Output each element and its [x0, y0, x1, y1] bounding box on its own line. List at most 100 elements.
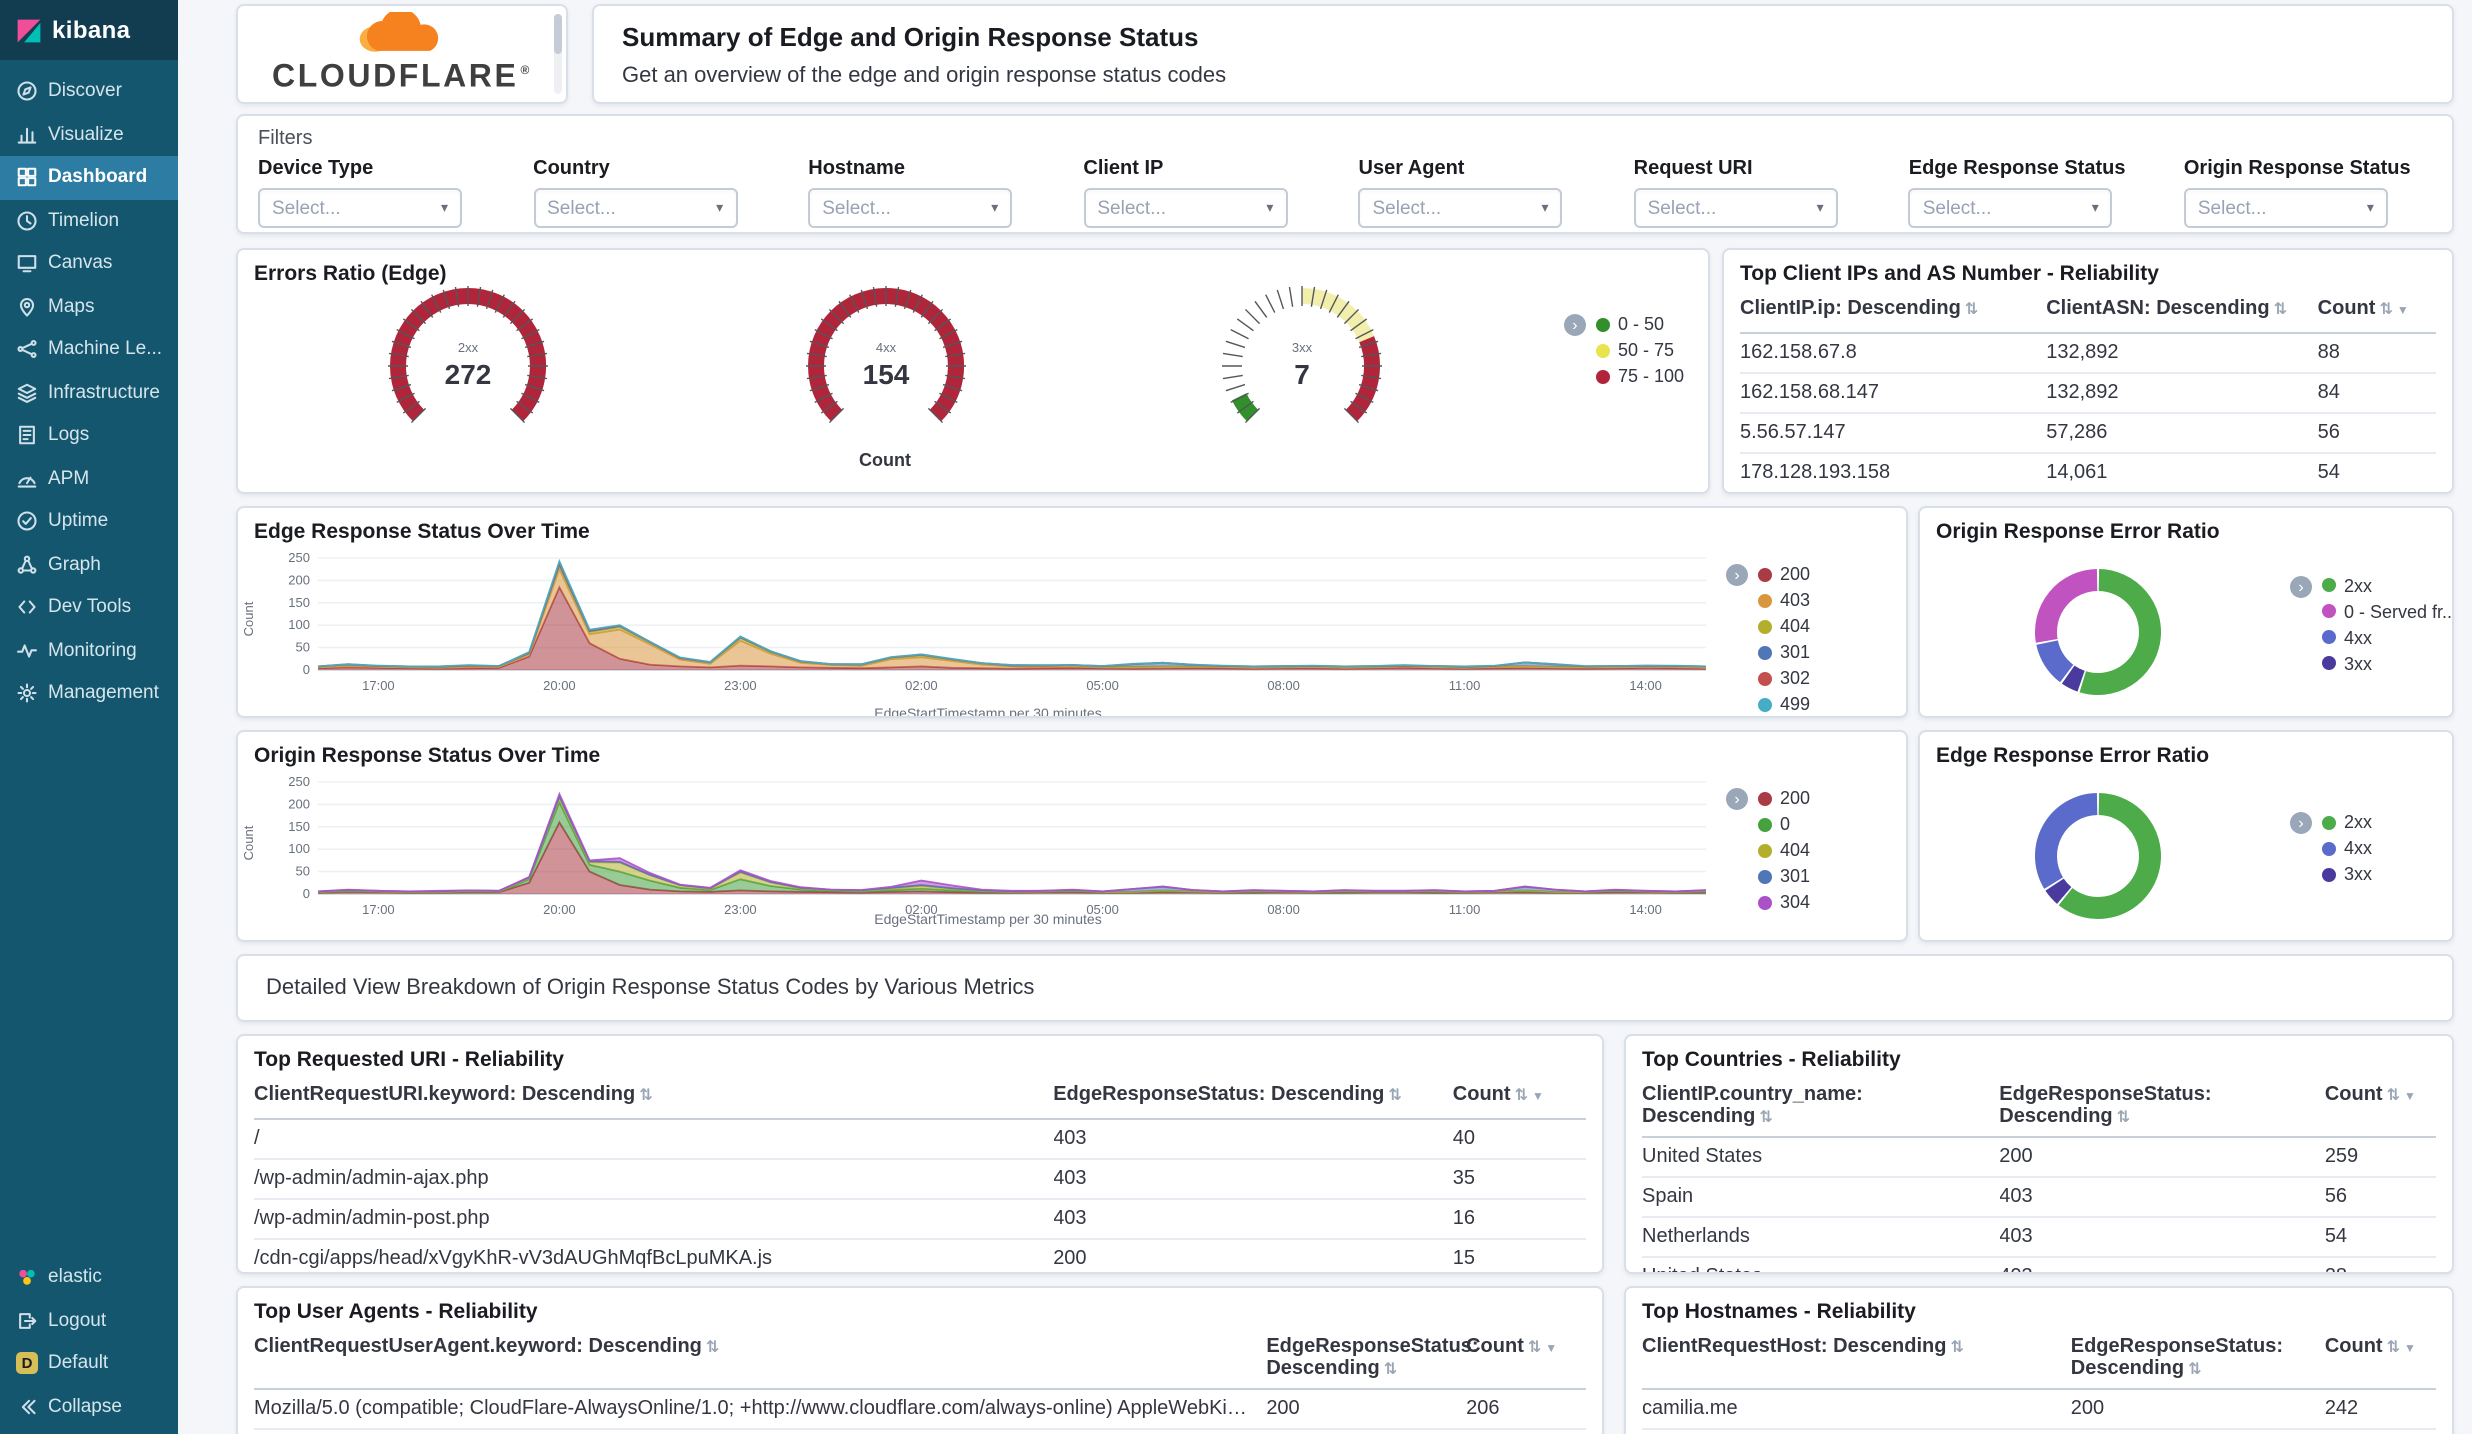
svg-text:11:00: 11:00: [1449, 678, 1481, 693]
chevron-down-icon: ▾: [1816, 202, 1824, 216]
chevron-down-icon: ▾: [2366, 202, 2374, 216]
sidebar-item-canvas[interactable]: Canvas: [0, 242, 178, 285]
select-placeholder: Select...: [272, 197, 341, 219]
filter-label: Country: [533, 158, 610, 180]
y-axis-label: Count: [243, 601, 257, 637]
legend-item[interactable]: 200: [1758, 788, 1810, 808]
table-header-cell[interactable]: Count ⇅ ▼: [2325, 1328, 2436, 1370]
elastic-logo-icon: [16, 1267, 38, 1289]
table-header-cell[interactable]: ClientIP.ip: Descending ⇅: [1740, 290, 2046, 328]
kibana-logo[interactable]: kibana: [0, 0, 178, 60]
sidebar-item-apm[interactable]: APM: [0, 457, 178, 500]
sidebar-item-timelion[interactable]: Timelion: [0, 199, 178, 242]
origin-ratio-donut-chart[interactable]: [1934, 548, 2234, 716]
edge-ratio-donut-chart[interactable]: [1934, 772, 2234, 940]
table-header-cell[interactable]: ClientIP.country_name: Descending ⇅: [1642, 1076, 1999, 1136]
legend-expand-icon[interactable]: ›: [2290, 812, 2312, 834]
legend-expand-icon[interactable]: ›: [1563, 314, 1586, 336]
legend-item[interactable]: 404: [1758, 616, 1810, 636]
filter-select-origin-response-status[interactable]: Select... ▾: [2183, 188, 2388, 228]
table-header-cell[interactable]: ClientRequestHost: Descending ⇅: [1642, 1328, 2071, 1366]
legend-expand-icon[interactable]: ›: [1726, 564, 1748, 586]
legend-item[interactable]: 4xx: [2322, 627, 2452, 647]
scrollbar-thumb[interactable]: [554, 14, 562, 54]
legend-item[interactable]: 75 - 100: [1595, 366, 1684, 386]
sidebar-item-machine-le[interactable]: Machine Le...: [0, 328, 178, 371]
legend-dot: [1758, 645, 1772, 659]
legend-item[interactable]: 4xx: [2322, 838, 2372, 858]
legend-item[interactable]: 0: [1758, 814, 1810, 834]
legend-item[interactable]: 2xx: [2322, 812, 2372, 832]
legend-item[interactable]: 50 - 75: [1595, 340, 1684, 360]
table-header-cell[interactable]: EdgeResponseStatus: Descending ⇅: [2071, 1328, 2325, 1388]
filter-select-client-ip[interactable]: Select... ▾: [1083, 188, 1288, 228]
legend-item[interactable]: 403: [1758, 590, 1810, 610]
table-header-cell[interactable]: ClientASN: Descending ⇅: [2046, 290, 2317, 328]
table-header-cell[interactable]: EdgeResponseStatus: Descending ⇅: [1266, 1328, 1478, 1388]
table-header-cell[interactable]: EdgeResponseStatus: Descending ⇅: [1053, 1076, 1453, 1114]
table-cell: 403: [1999, 1186, 2033, 1208]
legend-item[interactable]: 499: [1758, 694, 1810, 714]
sidebar-item-dev-tools[interactable]: Dev Tools: [0, 586, 178, 629]
sidebar-item-default[interactable]: D Default: [0, 1342, 178, 1385]
table-header-cell[interactable]: Count ⇅ ▼: [1466, 1328, 1586, 1370]
table-header-cell[interactable]: Count ⇅ ▼: [2318, 290, 2436, 332]
sidebar-item-infrastructure[interactable]: Infrastructure: [0, 371, 178, 414]
table-header-cell[interactable]: ClientRequestUserAgent.keyword: Descendi…: [254, 1328, 1266, 1366]
legend-item[interactable]: 200: [1758, 564, 1810, 584]
sidebar-item-graph[interactable]: Graph: [0, 543, 178, 586]
sidebar-item-visualize[interactable]: Visualize: [0, 113, 178, 156]
sidebar-item-management[interactable]: Management: [0, 672, 178, 715]
sidebar-item-dashboard[interactable]: Dashboard: [0, 156, 178, 199]
filter-select-hostname[interactable]: Select... ▾: [808, 188, 1013, 228]
sidebar-item-collapse[interactable]: Collapse: [0, 1385, 178, 1428]
table-header-cell[interactable]: Count ⇅ ▼: [2325, 1076, 2436, 1118]
sidebar-item-logs[interactable]: Logs: [0, 414, 178, 457]
filters-title: Filters: [258, 128, 313, 150]
table-cell: 206: [1466, 1398, 1500, 1420]
legend-expand-icon[interactable]: ›: [2290, 575, 2312, 597]
edge-status-area-chart[interactable]: 0 50 100 150 200 250 17:00 20:00 23:00 02:00 05:00…: [262, 548, 1714, 696]
legend-item[interactable]: 304: [1758, 892, 1810, 912]
filter-select-device-type[interactable]: Select... ▾: [258, 188, 462, 228]
legend-item[interactable]: 301: [1758, 866, 1810, 886]
legend-item[interactable]: 301: [1758, 642, 1810, 662]
legend-item[interactable]: 0 - 50: [1595, 314, 1684, 334]
filter-select-user-agent[interactable]: Select... ▾: [1358, 188, 1563, 228]
management-icon: [16, 683, 38, 705]
space-default-icon: D: [16, 1352, 38, 1375]
table-header-cell[interactable]: EdgeResponseStatus: Descending ⇅: [1999, 1076, 2325, 1136]
legend-item[interactable]: 404: [1758, 840, 1810, 860]
legend-expand-icon[interactable]: ›: [1726, 788, 1748, 810]
filters-panel: Filters Device Type Select... ▾ Country Sele…: [236, 114, 2454, 234]
filter-select-country[interactable]: Select... ▾: [533, 188, 738, 228]
filter-select-edge-response-status[interactable]: Select... ▾: [1908, 188, 2113, 228]
svg-text:05:00: 05:00: [1086, 902, 1119, 917]
legend-item[interactable]: 0 - Served fr...: [2322, 601, 2452, 621]
table-header-cell[interactable]: Count ⇅ ▼: [1453, 1076, 1586, 1118]
legend-dot: [2322, 578, 2336, 592]
svg-text:08:00: 08:00: [1267, 678, 1300, 693]
gauge-4xx: 4xx 154 Count: [789, 278, 981, 470]
table-cell: 242: [2324, 1398, 2359, 1420]
origin-status-area-chart[interactable]: 0 50 100 150 200 250 17:00 20:00 23:00 02:00 05:00…: [262, 772, 1714, 920]
sort-icon: ⇅: [1383, 1360, 1398, 1378]
table-cell: 178.128.193.158: [1740, 462, 1891, 484]
sidebar-item-label: Machine Le...: [48, 338, 163, 361]
sort-caret-icon: ▼: [1545, 1344, 1558, 1356]
panel-scrollbar[interactable]: [554, 14, 562, 94]
chart-body: › 2xx 4xx 3xx: [1920, 772, 2452, 940]
svg-text:150: 150: [288, 819, 310, 834]
legend-item[interactable]: 2xx: [2322, 575, 2452, 595]
legend-item[interactable]: 3xx: [2322, 653, 2452, 673]
table-header-cell[interactable]: ClientRequestURI.keyword: Descending ⇅: [254, 1076, 1053, 1114]
sidebar-item-uptime[interactable]: Uptime: [0, 500, 178, 543]
sidebar-item-monitoring[interactable]: Monitoring: [0, 629, 178, 672]
sidebar-item-elastic[interactable]: elastic: [0, 1256, 178, 1299]
sidebar-item-logout[interactable]: Logout: [0, 1299, 178, 1342]
sidebar-item-discover[interactable]: Discover: [0, 70, 178, 113]
filter-select-request-uri[interactable]: Select... ▾: [1633, 188, 1838, 228]
sidebar-item-maps[interactable]: Maps: [0, 285, 178, 328]
legend-item[interactable]: 3xx: [2322, 864, 2372, 884]
legend-item[interactable]: 302: [1758, 668, 1810, 688]
